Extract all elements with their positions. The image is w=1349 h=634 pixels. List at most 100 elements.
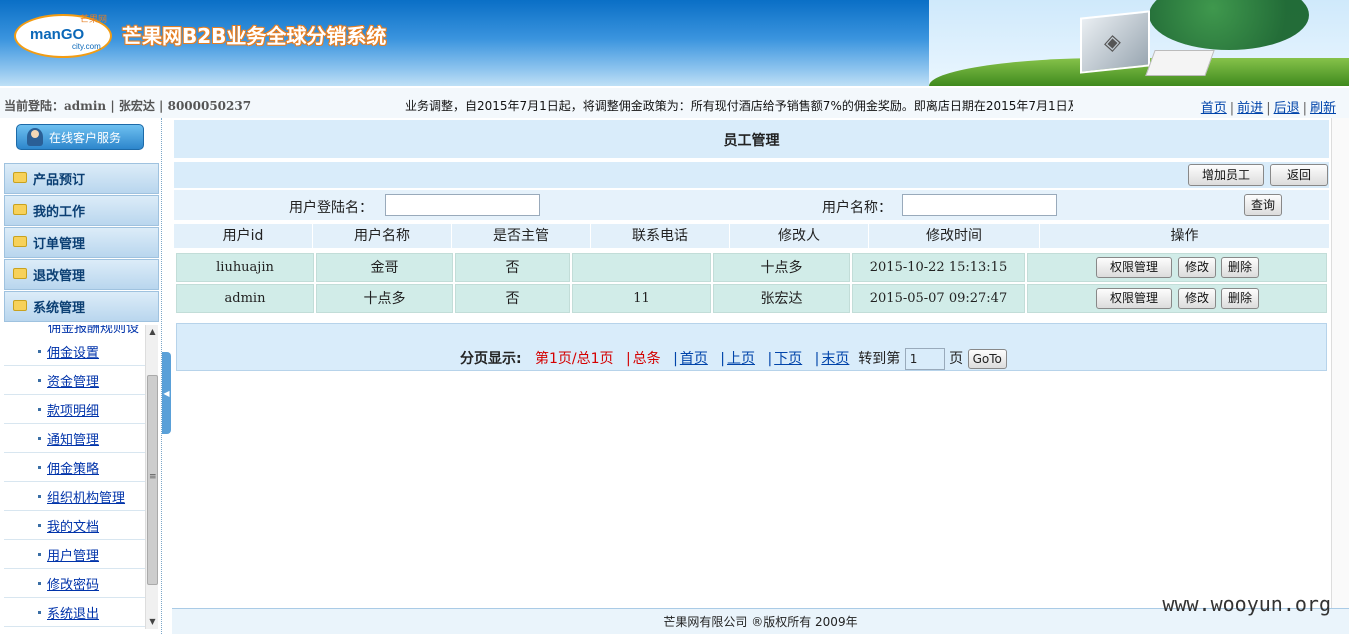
scroll-down-icon[interactable]: ▼ [146,615,159,629]
menu-system-management[interactable]: 系统管理 [4,291,159,322]
submenu-item[interactable]: 系统退出 [4,598,145,627]
pager-total: 总条 [632,351,661,367]
last-page-link[interactable]: 末页 [821,351,849,367]
submenu-partial-item[interactable]: 佣金报酬规则设 [4,325,145,337]
user-icon [27,128,43,146]
bullet-icon [38,610,41,614]
sidebar-collapse-toggle[interactable]: ◀ [162,352,171,434]
table-row: admin 十点多 否 11 张宏达 2015-05-07 09:27:47 权… [176,284,1327,313]
submenu-item[interactable]: 我的文档 [4,511,145,540]
online-service-label: 在线客户服务 [49,130,122,145]
scroll-thumb[interactable] [147,375,158,585]
menu-order-management[interactable]: 订单管理 [4,227,159,258]
cell-user-id: liuhuajin [176,253,314,282]
edit-button[interactable]: 修改 [1178,288,1216,309]
page-unit: 页 [949,351,964,367]
menu-my-work[interactable]: 我的工作 [4,195,159,226]
col-modifier: 修改人 [730,224,869,248]
submenu-link[interactable]: 通知管理 [47,429,99,448]
menu-label: 订单管理 [33,237,86,252]
submenu-link[interactable]: 系统退出 [47,603,99,622]
info-bar: 当前登陆：admin | 张宏达 | 8000050237 业务调整，自2015… [0,86,1349,118]
submenu-link[interactable]: 用户管理 [47,545,99,564]
goto-button[interactable]: GoTo [967,349,1007,369]
cell-phone: 11 [572,284,711,313]
cell-actions: 权限管理 修改 删除 [1027,253,1327,282]
submenu-item[interactable]: 佣金策略 [4,453,145,482]
cell-modify-time: 2015-10-22 15:13:15 [852,253,1025,282]
newspaper-icon [1145,50,1215,76]
submenu-item[interactable]: 款项明细 [4,395,145,424]
cell-user-name: 十点多 [316,284,453,313]
online-service-button[interactable]: 在线客户服务 [16,124,144,150]
cell-user-name: 金哥 [316,253,453,282]
menu-product-booking[interactable]: 产品预订 [4,163,159,194]
login-name-label: 用户登陆名： [289,200,373,216]
bullet-icon [38,581,41,585]
nav-home-link[interactable]: 首页 [1201,101,1227,116]
scroll-up-icon[interactable]: ▲ [146,325,159,339]
submenu-item[interactable]: 修改密码 [4,569,145,598]
submenu-link[interactable]: 佣金策略 [47,458,99,477]
submenu-item[interactable]: 组织机构管理 [4,482,145,511]
col-actions: 操作 [1170,228,1199,244]
main-scrollbar[interactable] [1331,118,1349,608]
cell-is-manager: 否 [455,284,570,313]
page-title: 员工管理 [172,118,1331,160]
submenu-link[interactable]: 资金管理 [47,371,99,390]
nav-back-link[interactable]: 后退 [1274,101,1300,116]
mango-logo: 芒果网 manGO city.com [14,8,112,58]
next-page-link[interactable]: 下页 [774,351,802,367]
bullet-icon [38,349,41,353]
pager-label: 分页显示: [460,351,522,367]
menu-refund-management[interactable]: 退改管理 [4,259,159,290]
header-banner: 芒果网 manGO city.com 芒果网B2B业务全球分销系统 [0,0,1349,86]
nav-forward-link[interactable]: 前进 [1237,101,1263,116]
bullet-icon [38,494,41,498]
folder-icon [13,300,27,311]
bullet-icon [38,407,41,411]
first-page-link[interactable]: 首页 [680,351,708,367]
search-row: 用户登陆名： 用户名称： 查询 [174,190,1329,220]
pagination-box: 分页显示: 第1页/总1页 | 总条 | 首页 | 上页 | 下页 | 末页 转到第 1 … [176,323,1327,371]
bullet-icon [38,465,41,469]
user-name-label: 用户名称： [822,200,892,216]
cell-modifier: 十点多 [713,253,850,282]
permission-button[interactable]: 权限管理 [1096,257,1172,278]
logo-text: manGO [30,26,85,43]
login-name-input[interactable] [385,194,540,216]
permission-button[interactable]: 权限管理 [1096,288,1172,309]
prev-page-link[interactable]: 上页 [727,351,755,367]
submenu-item[interactable]: 用户管理 [4,540,145,569]
menu-label: 系统管理 [33,301,86,316]
current-login: 当前登陆：admin | 张宏达 | 8000050237 [4,99,252,113]
add-employee-button[interactable]: 增加员工 [1188,164,1264,186]
back-button[interactable]: 返回 [1270,164,1328,186]
submenu-link[interactable]: 我的文档 [47,516,99,535]
logo-small-text: 芒果网 [80,15,108,25]
goto-page-input[interactable]: 1 [904,348,945,370]
menu-label: 退改管理 [33,269,86,284]
delete-button[interactable]: 删除 [1221,257,1259,278]
sidebar-scrollbar[interactable]: ▲ ▼ [145,325,158,629]
edit-button[interactable]: 修改 [1178,257,1216,278]
submenu-link[interactable]: 修改密码 [47,574,99,593]
table-row: liuhuajin 金哥 否 十点多 2015-10-22 15:13:15 权… [176,253,1327,282]
submenu-item[interactable]: 通知管理 [4,424,145,453]
user-name-input[interactable] [902,194,1057,216]
submenu-link[interactable]: 佣金设置 [47,342,99,361]
menu-label: 产品预订 [33,173,86,188]
col-phone: 联系电话 [591,224,730,248]
delete-button[interactable]: 删除 [1221,288,1259,309]
table-header: 用户id 用户名称 是否主管 联系电话 修改人 修改时间 操作 [174,224,1329,248]
submenu-partial-label: 佣金报酬规则设 [48,325,140,336]
submenu-item[interactable]: 佣金设置 [4,337,145,366]
query-button[interactable]: 查询 [1244,194,1282,216]
bullet-icon [38,523,41,527]
nav-refresh-link[interactable]: 刷新 [1310,101,1336,116]
submenu-item[interactable]: 资金管理 [4,366,145,395]
cell-is-manager: 否 [455,253,570,282]
pager-current: 第1页/总1页 [534,351,614,367]
submenu-link[interactable]: 组织机构管理 [47,487,125,506]
submenu-link[interactable]: 款项明细 [47,400,99,419]
